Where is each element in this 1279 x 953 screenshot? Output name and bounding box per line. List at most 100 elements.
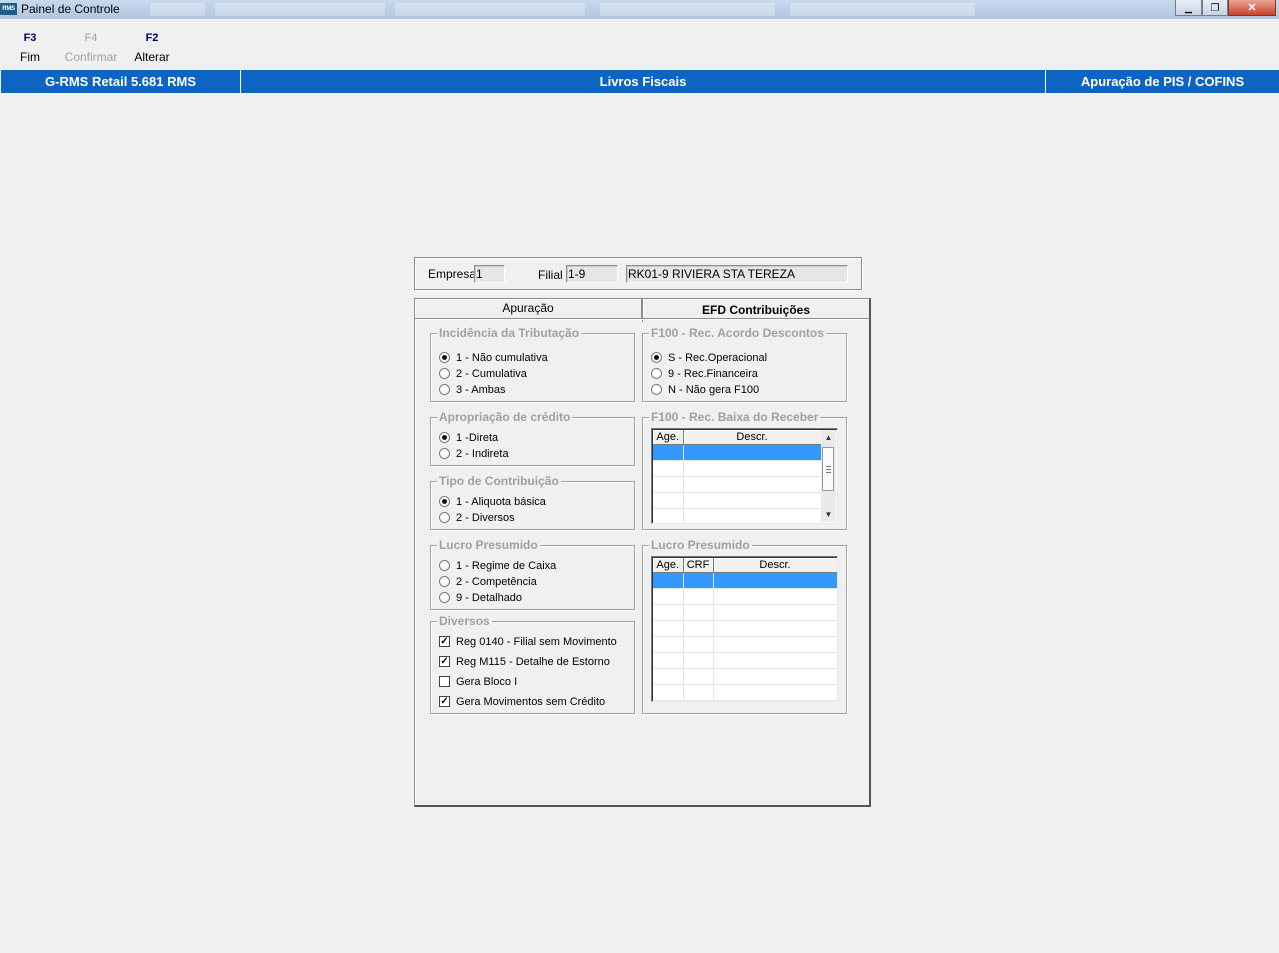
lucro-presumido-grid-group: Lucro Presumido Age. CRF Descr. — [642, 537, 847, 714]
filial-name-field: RK01-9 RIVIERA STA TEREZA — [626, 265, 848, 283]
filial-field[interactable]: 1-9 — [566, 265, 618, 283]
tipo-contribuicao-title: Tipo de Contribuição — [437, 473, 561, 489]
close-button[interactable]: ✕ — [1228, 0, 1276, 16]
column-header-descr[interactable]: Descr. — [713, 558, 837, 573]
radio-selected-icon — [439, 431, 450, 443]
table-row[interactable] — [653, 588, 837, 605]
incidencia-group: Incidência da Tributação 1 - Não cumulat… — [430, 325, 635, 402]
restore-button[interactable]: ❐ — [1202, 0, 1228, 16]
option-label: 1 - Não cumulativa — [456, 352, 548, 364]
minimize-icon: ▁ — [1185, 3, 1192, 13]
screen-name: Apuração de PIS / COFINS — [1045, 70, 1279, 93]
checkbox-label: Gera Movimentos sem Crédito — [456, 696, 606, 708]
table-row[interactable] — [653, 572, 837, 589]
tab-apuracao[interactable]: Apuração — [414, 298, 642, 318]
fim-label: Fim — [20, 50, 40, 64]
apropriacao-title: Apropriação de crédito — [437, 409, 573, 425]
option-label: 1 -Direta — [456, 432, 499, 444]
incidencia-option-ambas[interactable]: 3 - Ambas — [439, 382, 506, 398]
diversos-title: Diversos — [437, 613, 492, 629]
option-label: 3 - Ambas — [456, 384, 506, 396]
table-row[interactable] — [653, 652, 837, 669]
lucro-option-competencia[interactable]: 2 - Competência — [439, 574, 537, 590]
option-label: 2 - Diversos — [456, 512, 515, 524]
tipo-option-aliquota-basica[interactable]: 1 - Aliquota básica — [439, 494, 546, 510]
f100-baixa-grid[interactable]: Age. Descr. ▲ ▼ — [651, 428, 838, 524]
fim-button[interactable]: F3 Fim — [0, 31, 60, 64]
radio-icon — [651, 367, 662, 379]
table-row[interactable] — [653, 684, 837, 701]
f100-option-nao-gera[interactable]: N - Não gera F100 — [651, 382, 759, 398]
background-tab-ghost — [215, 3, 385, 16]
f100-option-financeira[interactable]: 9 - Rec.Financeira — [651, 366, 758, 382]
table-row[interactable] — [653, 636, 837, 653]
vertical-scrollbar[interactable]: ▲ ▼ — [821, 430, 836, 522]
grip-line — [826, 469, 831, 470]
option-label: 1 - Regime de Caixa — [456, 560, 557, 572]
lucro-presumido-grid[interactable]: Age. CRF Descr. — [651, 556, 838, 702]
apropriacao-option-indireta[interactable]: 2 - Indireta — [439, 446, 509, 462]
gera-movimentos-checkbox[interactable]: ✓ Gera Movimentos sem Crédito — [439, 694, 605, 710]
f100-acordo-group: F100 - Rec. Acordo Descontos S - Rec.Ope… — [642, 325, 847, 402]
empresa-field[interactable]: 1 — [474, 265, 505, 283]
app-logo-icon: RMS — [0, 3, 17, 15]
radio-icon — [439, 511, 450, 523]
table-row[interactable] — [653, 668, 837, 685]
apropriacao-option-direta[interactable]: 1 -Direta — [439, 430, 498, 446]
option-label: 2 - Indireta — [456, 448, 509, 460]
confirmar-button[interactable]: F4 Confirmar — [61, 31, 121, 64]
incidencia-option-nao-cumulativa[interactable]: 1 - Não cumulativa — [439, 350, 548, 366]
radio-icon — [439, 447, 450, 459]
empresa-label: Empresa — [428, 267, 477, 281]
tipo-option-diversos[interactable]: 2 - Diversos — [439, 510, 515, 526]
checkbox-checked-icon: ✓ — [439, 635, 450, 647]
radio-icon — [439, 383, 450, 395]
diversos-group: Diversos ✓ Reg 0140 - Filial sem Moviment… — [430, 613, 635, 714]
column-header-age[interactable]: Age. — [653, 558, 684, 573]
minimize-button[interactable]: ▁ — [1175, 0, 1202, 16]
table-row[interactable] — [653, 508, 822, 523]
option-label: 1 - Aliquota básica — [456, 496, 546, 508]
alterar-button[interactable]: F2 Alterar — [122, 31, 182, 64]
background-tab-ghost — [790, 3, 975, 16]
column-header-descr[interactable]: Descr. — [683, 430, 822, 445]
table-row[interactable] — [653, 620, 837, 637]
column-header-crf[interactable]: CRF — [683, 558, 714, 573]
filter-panel: Empresa 1 Filial 1-9 RK01-9 RIVIERA STA … — [414, 257, 862, 290]
f100-baixa-group: F100 - Rec. Baixa do Receber Age. Descr. … — [642, 409, 847, 530]
grip-line — [826, 466, 831, 467]
reg-0140-checkbox[interactable]: ✓ Reg 0140 - Filial sem Movimento — [439, 634, 617, 650]
option-label: S - Rec.Operacional — [668, 352, 768, 364]
gera-bloco-i-checkbox[interactable]: Gera Bloco I — [439, 674, 517, 690]
alterar-label: Alterar — [134, 50, 170, 64]
module-name: Livros Fiscais — [240, 70, 1045, 93]
radio-selected-icon — [439, 351, 450, 363]
checkbox-checked-icon: ✓ — [439, 655, 450, 667]
table-row[interactable] — [653, 604, 837, 621]
option-label: 2 - Cumulativa — [456, 368, 527, 380]
column-header-age[interactable]: Age. — [653, 430, 684, 445]
f100-option-operacional[interactable]: S - Rec.Operacional — [651, 350, 767, 366]
scroll-down-icon[interactable]: ▼ — [821, 507, 836, 522]
table-row[interactable] — [653, 460, 822, 477]
checkbox-label: Gera Bloco I — [456, 676, 518, 688]
table-row[interactable] — [653, 492, 822, 509]
table-row[interactable] — [653, 476, 822, 493]
grip-line — [826, 472, 831, 473]
lucro-presumido-grid-title: Lucro Presumido — [649, 537, 752, 553]
incidencia-title: Incidência da Tributação — [437, 325, 582, 341]
table-row[interactable] — [653, 444, 822, 461]
reg-m115-checkbox[interactable]: ✓ Reg M115 - Detalhe de Estorno — [439, 654, 610, 670]
efd-tab-page: Incidência da Tributação 1 - Não cumulat… — [414, 318, 871, 807]
lucro-presumido-regime-group: Lucro Presumido 1 - Regime de Caixa 2 - … — [430, 537, 635, 610]
scroll-up-icon[interactable]: ▲ — [821, 430, 836, 445]
lucro-option-regime-caixa[interactable]: 1 - Regime de Caixa — [439, 558, 556, 574]
checkbox-label: Reg M115 - Detalhe de Estorno — [456, 656, 610, 668]
lucro-option-detalhado[interactable]: 9 - Detalhado — [439, 590, 522, 606]
fim-hotkey: F3 — [23, 32, 37, 44]
incidencia-option-cumulativa[interactable]: 2 - Cumulativa — [439, 366, 527, 382]
scroll-thumb[interactable] — [822, 447, 834, 491]
close-icon: ✕ — [1247, 2, 1257, 14]
tipo-contribuicao-group: Tipo de Contribuição 1 - Aliquota básica… — [430, 473, 635, 530]
confirmar-label: Confirmar — [64, 50, 118, 64]
